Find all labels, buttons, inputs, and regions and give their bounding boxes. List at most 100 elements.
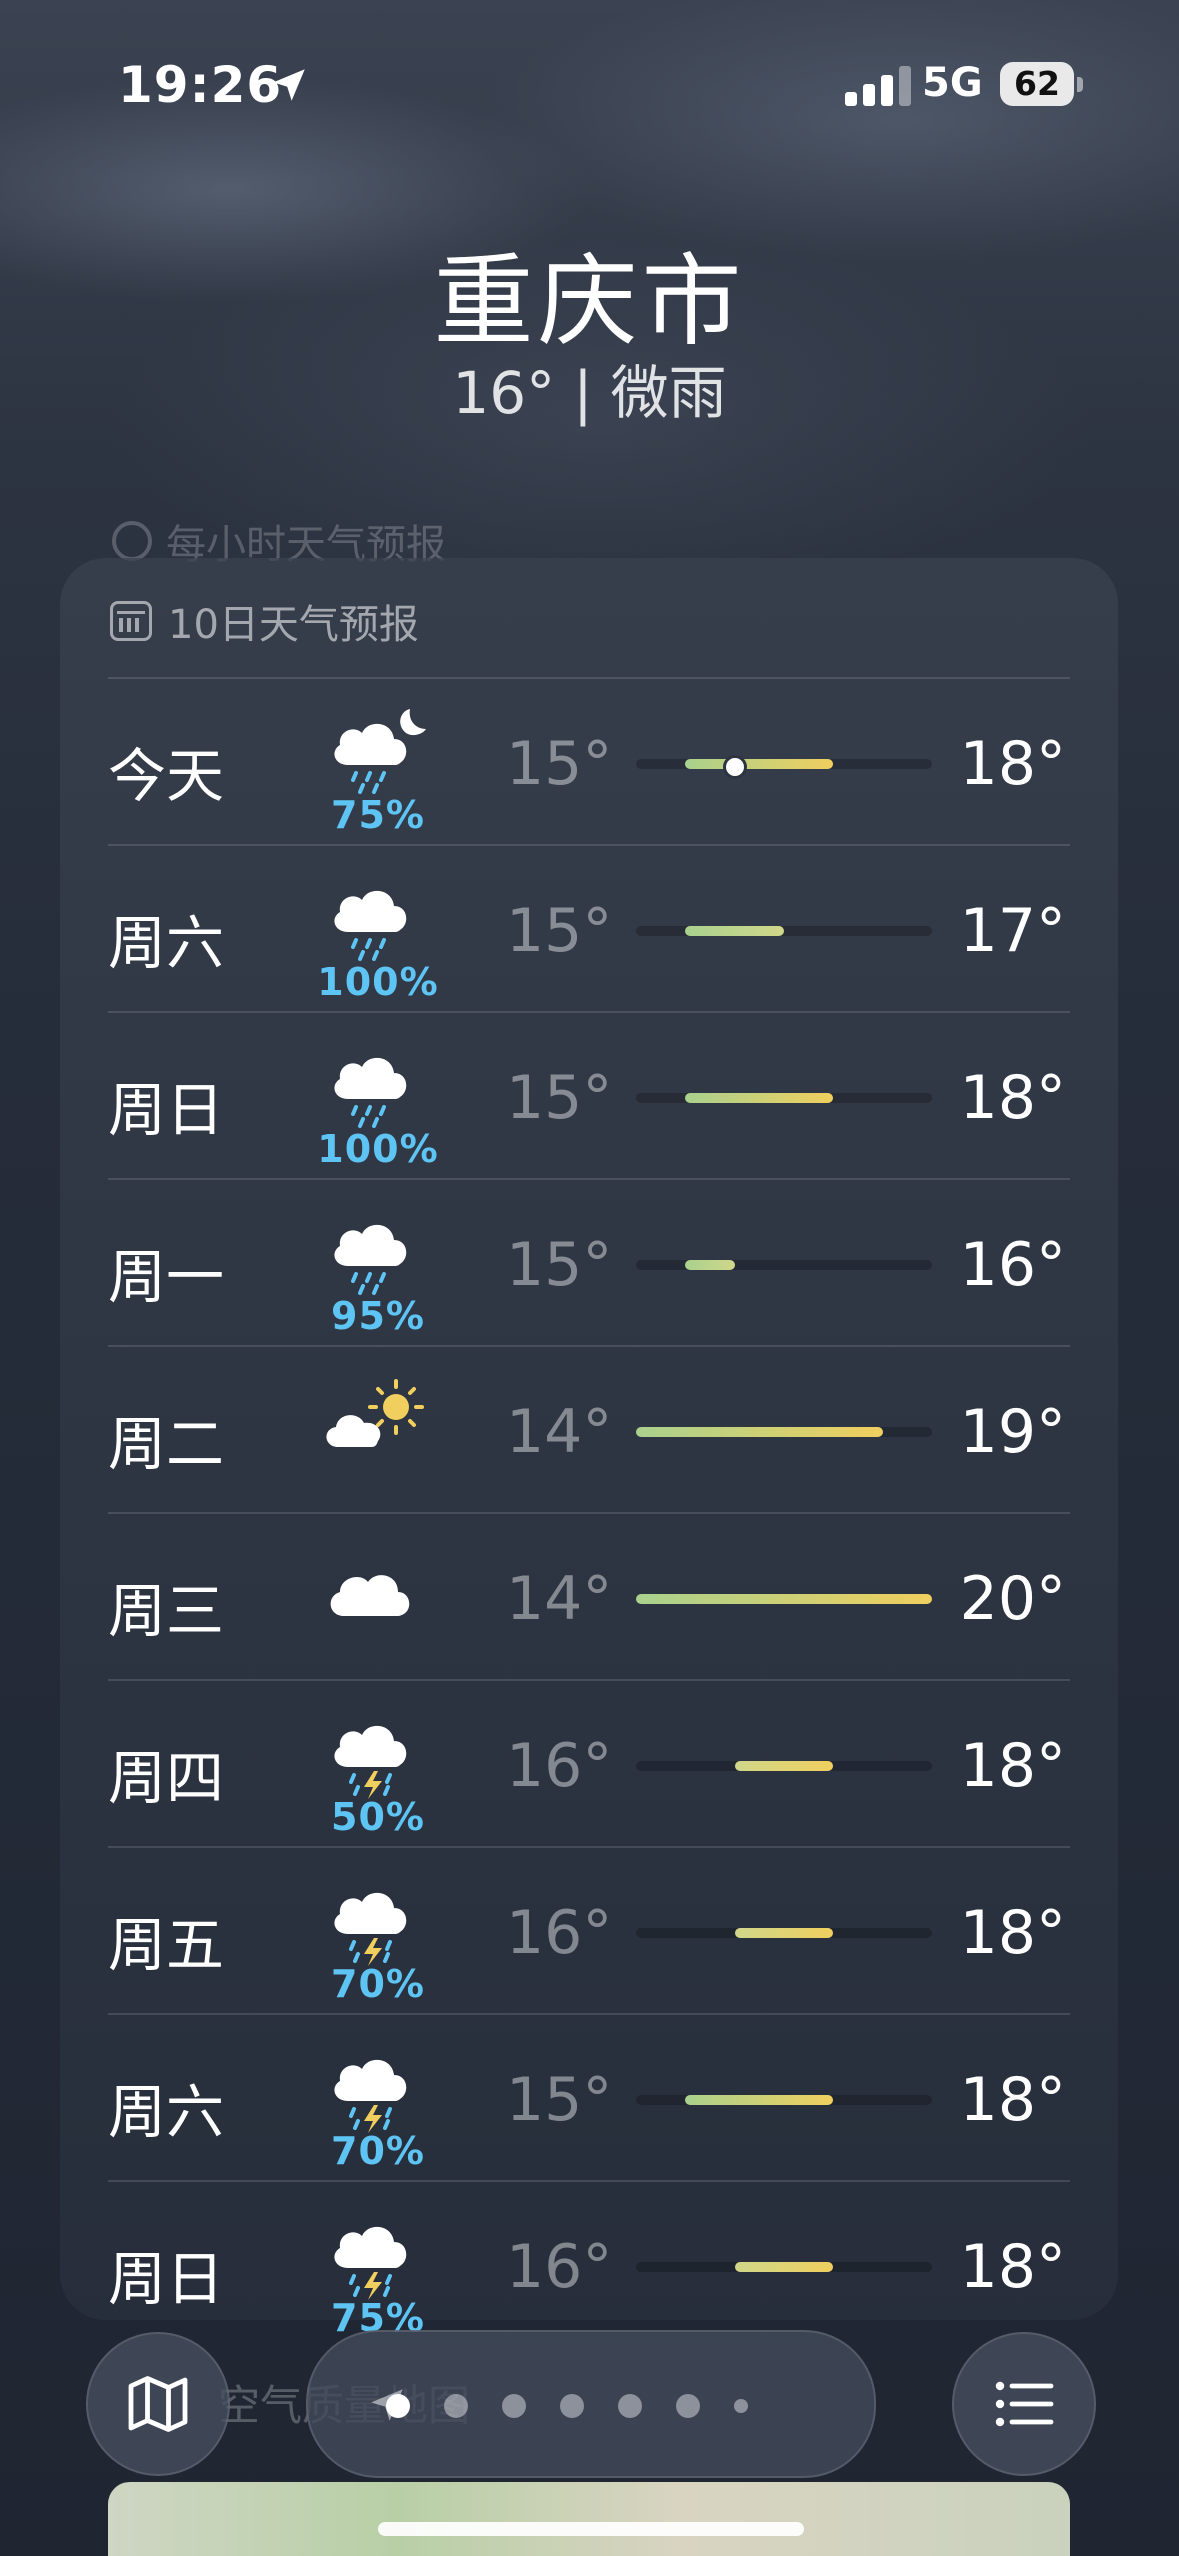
city-name: 重庆市 [433,243,746,360]
forecast-day: 周日 [108,2245,225,2313]
forecast-weather [318,1534,438,1684]
forecast-day: 周二 [108,1410,225,1478]
forecast-row[interactable]: 周四 50% 16° 18° [108,1679,1070,1846]
temperature-range-bar [685,1093,834,1103]
forecast-day: 周四 [108,1744,225,1812]
location-arrow-icon [273,69,305,101]
forecast-high: 18° [959,1063,1066,1133]
temperature-range-bar [734,1928,834,1938]
clock-icon [112,521,152,561]
forecast-day: 周三 [108,1577,225,1645]
summary-separator: | [573,359,593,427]
list-button[interactable] [952,2332,1096,2476]
forecast-weather: 100% [317,1033,438,1183]
temperature-range-track [636,1594,932,1604]
forecast-low: 16° [506,1898,613,1968]
forecast-day: 今天 [108,742,225,810]
forecast-day: 周六 [108,2078,225,2146]
precipitation-chance: 95% [331,1294,425,1338]
forecast-low: 15° [506,729,613,799]
temperature-range-bar [636,1427,883,1437]
map-button[interactable] [86,2332,230,2476]
home-indicator[interactable] [378,2522,804,2536]
forecast-high: 18° [959,1898,1066,1968]
forecast-high: 18° [959,1731,1066,1801]
forecast-weather: 70% [318,1868,438,2018]
temperature-range-track [636,1093,932,1103]
thunderstorm-icon [334,1725,407,1799]
forecast-high: 18° [959,2065,1066,2135]
forecast-high: 19° [959,1397,1066,1467]
thunderstorm-icon [334,1892,407,1966]
temperature-range-track [636,1260,932,1270]
page-dot[interactable] [560,2394,584,2418]
current-condition: 微雨 [610,359,727,427]
status-time: 19:26 [118,56,283,114]
page-dot[interactable] [502,2394,526,2418]
page-dot[interactable] [734,2399,748,2413]
map-icon [128,2376,188,2432]
forecast-low: 15° [506,1063,613,1133]
temperature-range-track [636,1761,932,1771]
temperature-range-bar [685,2095,834,2105]
forecast-day: 周六 [108,909,225,977]
forecast-high: 18° [959,729,1066,799]
thunderstorm-icon [334,2059,407,2133]
forecast-header: 10日天气预报 [110,592,419,650]
air-quality-map-preview[interactable] [108,2482,1070,2556]
page-dot[interactable] [676,2394,700,2418]
forecast-low: 16° [506,2232,613,2302]
current-temperature-marker [722,755,747,779]
forecast-day: 周五 [108,1911,225,1979]
forecast-low: 15° [506,896,613,966]
thunderstorm-icon [334,2226,407,2300]
precipitation-chance: 70% [331,2129,425,2173]
forecast-weather: 100% [317,866,438,1016]
forecast-weather: 75% [318,699,438,849]
forecast-weather [318,1367,438,1517]
temperature-range-track [636,1427,932,1437]
current-temperature: 16° [452,359,556,427]
temperature-range-track [636,755,932,779]
forecast-list: 今天 75% 15° 18° 周六 100% 15° 17° 周日 100% 15° 18° 周一 95%… [108,677,1070,2347]
forecast-row[interactable]: 周日 100% 15° 18° [108,1011,1070,1178]
cellular-signal-icon [845,66,911,106]
page-dot[interactable] [386,2394,410,2418]
forecast-low: 15° [506,1230,613,1300]
forecast-row[interactable]: 周三 14° 20° [108,1512,1070,1679]
page-dot[interactable] [618,2394,642,2418]
battery-nub [1077,77,1083,92]
page-indicator[interactable] [306,2330,876,2478]
temperature-range-bar [685,926,784,936]
forecast-high: 20° [959,1564,1066,1634]
forecast-row[interactable]: 周一 95% 15° 16° [108,1178,1070,1345]
current-summary: 16° | 微雨 [0,346,1179,430]
temperature-range-track [636,2262,932,2272]
forecast-weather: 95% [318,1200,438,1350]
forecast-row[interactable]: 今天 75% 15° 18° [108,677,1070,844]
precipitation-chance: 70% [331,1962,425,2006]
forecast-day: 周一 [108,1243,225,1311]
precipitation-chance: 100% [317,960,439,1004]
forecast-row[interactable]: 周六 100% 15° 17° [108,844,1070,1011]
calendar-icon [110,601,152,641]
temperature-range-bar [685,759,834,769]
forecast-row[interactable]: 周日 75% 16° 18° [108,2180,1070,2347]
rain-cloud-icon [334,1224,407,1295]
precipitation-chance: 50% [331,1795,425,1839]
list-icon [995,2381,1054,2427]
partly-sunny-icon [326,1379,424,1447]
forecast-row[interactable]: 周二 14° 19° [108,1345,1070,1512]
precipitation-chance: 75% [331,793,425,837]
temperature-range-bar [734,2262,834,2272]
rain-cloud-moon-icon [334,709,426,794]
forecast-weather: 50% [318,1701,438,1851]
forecast-title: 10日天气预报 [168,602,419,648]
temperature-range-bar [636,1594,932,1604]
forecast-high: 16° [959,1230,1066,1300]
page-dot[interactable] [444,2394,468,2418]
forecast-row[interactable]: 周六 70% 15° 18° [108,2013,1070,2180]
network-type: 5G [922,60,983,106]
precipitation-chance: 100% [317,1127,439,1171]
forecast-row[interactable]: 周五 70% 16° 18° [108,1846,1070,2013]
